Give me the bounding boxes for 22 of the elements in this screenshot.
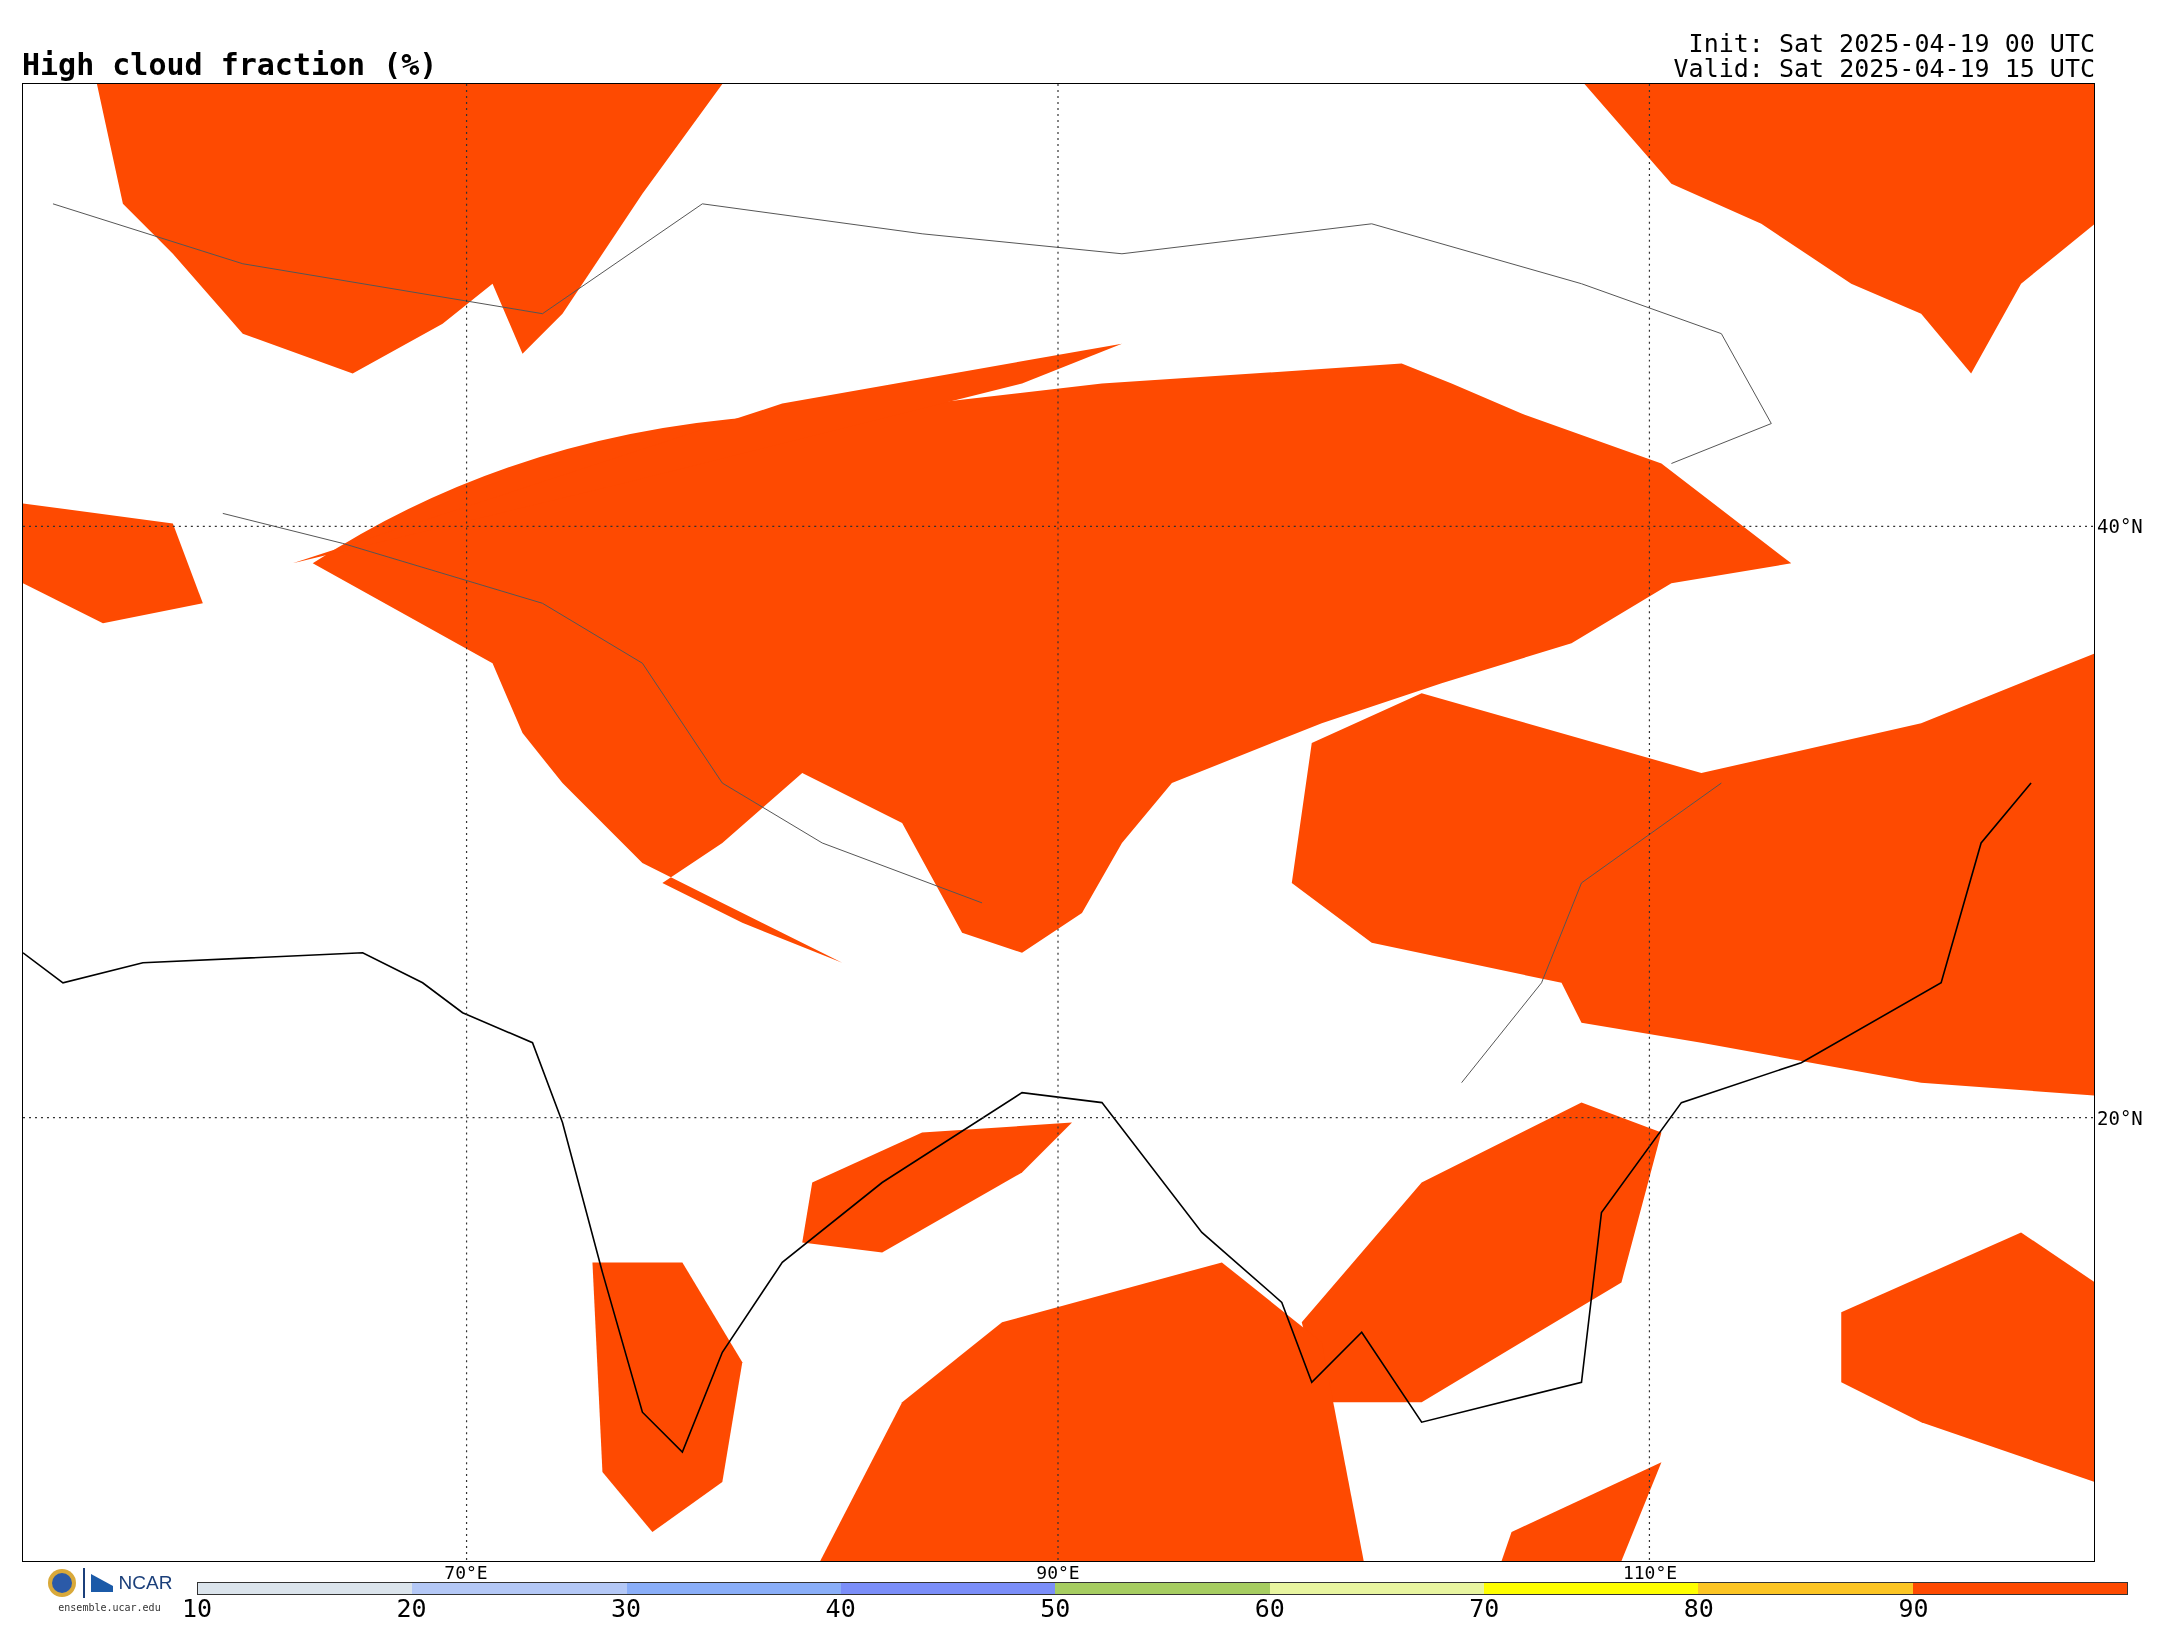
color-bar-tick: 90 [1898, 1596, 1929, 1621]
run-time-label: Valid: Sat 2025-04-19 15 UTC [1673, 56, 2095, 81]
latitude-label: 40°N [2096, 515, 2143, 537]
wedge-logo-icon [90, 1574, 113, 1592]
color-bar-tick: 20 [396, 1596, 427, 1621]
chart-title: High cloud fraction (%) [22, 48, 438, 81]
color-bar-tick: 80 [1683, 1596, 1714, 1621]
longitude-label: 70°E [444, 1564, 488, 1582]
logo-text: NCAR [118, 1572, 173, 1594]
seal-icon [46, 1568, 77, 1598]
color-bar-tick: 50 [1040, 1596, 1071, 1621]
color-bar-tick: 10 [181, 1596, 213, 1621]
color-bar-tick: 30 [611, 1596, 642, 1621]
longitude-label: 110°E [1622, 1564, 1678, 1582]
color-bar-tick: 40 [825, 1596, 856, 1621]
color-bar-tick: 70 [1469, 1596, 1500, 1621]
color-bar-tick: 60 [1254, 1596, 1285, 1621]
longitude-label: 90°E [1036, 1564, 1080, 1582]
run-time-label: Init: Sat 2025-04-19 00 UTC [1688, 31, 2095, 56]
divider-icon [82, 1568, 85, 1598]
latitude-label: 20°N [2096, 1107, 2143, 1129]
website-label: ensemble.ucar.edu [58, 1602, 161, 1613]
